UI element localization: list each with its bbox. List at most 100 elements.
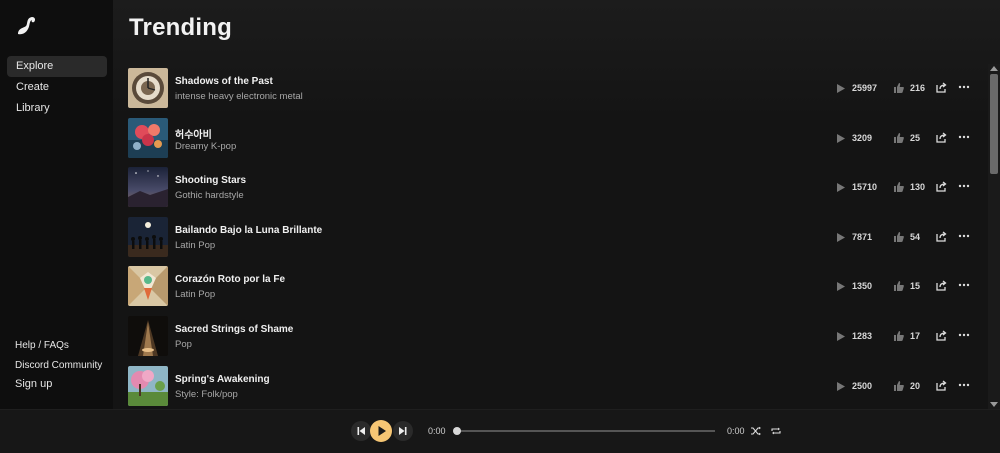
like-count: 216 [910, 83, 926, 93]
more-icon[interactable] [958, 81, 970, 93]
play-count: 1350 [852, 281, 873, 292]
skip-next-icon [399, 427, 407, 435]
next-button[interactable] [393, 421, 413, 441]
song-title[interactable]: Shooting Stars [175, 175, 246, 186]
nav-item-create[interactable]: Create [7, 77, 107, 98]
play-icon [837, 381, 845, 391]
play-count: 15710 [852, 182, 878, 193]
more-icon[interactable] [958, 329, 970, 341]
play-icon [837, 282, 845, 292]
thumbs-up-icon[interactable] [894, 83, 904, 93]
play-count: 1283 [852, 331, 873, 341]
play-icon [378, 426, 386, 436]
song-cover[interactable] [128, 365, 168, 406]
skip-previous-icon [357, 427, 365, 435]
share-icon[interactable] [936, 231, 947, 242]
current-time: 0:00 [428, 426, 446, 436]
scroll-up-icon[interactable] [990, 65, 998, 71]
thumbs-up-icon[interactable] [894, 331, 904, 341]
thumbs-up-icon[interactable] [894, 182, 904, 193]
play-button[interactable] [370, 420, 392, 442]
song-style: intense heavy electronic metal [175, 91, 303, 102]
like-count: 15 [910, 281, 921, 292]
song-row[interactable]: Shooting Stars Gothic hardstyle 15710 13… [113, 163, 989, 213]
main-content: Trending Shadows of the Past intense hea… [113, 0, 1000, 409]
shuffle-icon[interactable] [751, 426, 761, 436]
share-icon[interactable] [936, 82, 947, 93]
like-count: 25 [910, 132, 921, 143]
share-icon[interactable] [936, 280, 947, 292]
scrollbar[interactable] [988, 64, 1000, 409]
player-bar: 0:00 0:00 [0, 409, 1000, 453]
song-title[interactable]: Spring's Awakening [175, 374, 270, 385]
song-row[interactable]: Bailando Bajo la Luna Brillante Latin Po… [113, 213, 989, 263]
song-cover[interactable] [128, 117, 168, 158]
play-icon [837, 84, 845, 93]
thumbs-up-icon[interactable] [894, 281, 904, 292]
share-icon[interactable] [936, 330, 947, 341]
thumbs-up-icon[interactable] [894, 231, 904, 242]
song-row[interactable]: 허수아비 Dreamy K-pop 3209 25 [113, 114, 989, 164]
like-count: 54 [910, 231, 921, 242]
share-icon[interactable] [936, 181, 947, 192]
play-icon [837, 183, 845, 193]
more-icon[interactable] [958, 180, 970, 192]
primary-nav: Explore Create Library [7, 56, 107, 119]
previous-button[interactable] [351, 421, 371, 441]
play-icon [837, 232, 845, 242]
song-title[interactable]: 허수아비 [175, 126, 212, 141]
song-cover[interactable] [128, 216, 168, 257]
song-style: Style: Folk/pop [175, 388, 238, 400]
play-icon [837, 332, 845, 341]
song-cover[interactable] [128, 316, 168, 356]
song-style: Gothic hardstyle [175, 190, 244, 202]
song-style: Dreamy K-pop [175, 140, 237, 152]
secondary-nav: Help / FAQs Discord Community Sign up [7, 336, 111, 395]
nav-item-explore[interactable]: Explore [7, 56, 107, 77]
page-title: Trending [129, 14, 232, 41]
like-count: 130 [910, 182, 926, 193]
sign-up-link[interactable]: Sign up [7, 375, 111, 395]
more-icon[interactable] [958, 230, 970, 242]
repeat-icon[interactable] [771, 426, 781, 436]
sidebar: Explore Create Library Help / FAQs Disco… [0, 0, 113, 409]
more-icon[interactable] [958, 131, 970, 143]
more-icon[interactable] [958, 379, 970, 391]
song-cover[interactable] [128, 167, 168, 208]
song-style: Latin Pop [175, 239, 216, 251]
song-title[interactable]: Bailando Bajo la Luna Brillante [175, 225, 322, 236]
play-count: 3209 [852, 132, 873, 143]
song-title[interactable]: Sacred Strings of Shame [175, 324, 293, 335]
song-style: Latin Pop [175, 289, 216, 301]
song-style: Pop [175, 339, 192, 350]
play-icon [837, 133, 845, 143]
song-title[interactable]: Corazón Roto por la Fe [175, 274, 285, 285]
song-cover[interactable] [128, 266, 168, 307]
song-row[interactable]: Shadows of the Past intense heavy electr… [113, 64, 989, 114]
song-title[interactable]: Shadows of the Past [175, 76, 273, 87]
scroll-thumb[interactable] [990, 74, 998, 174]
total-time: 0:00 [727, 426, 745, 436]
like-count: 17 [910, 331, 921, 341]
more-icon[interactable] [958, 279, 970, 291]
like-count: 20 [910, 380, 921, 391]
song-row[interactable]: Spring's Awakening Style: Folk/pop 2500 … [113, 362, 989, 409]
scroll-down-icon[interactable] [990, 402, 998, 408]
progress-handle[interactable] [453, 427, 461, 435]
discord-community-link[interactable]: Discord Community [7, 356, 111, 376]
share-icon[interactable] [936, 380, 947, 391]
share-icon[interactable] [936, 132, 947, 143]
play-count: 25997 [852, 83, 878, 93]
song-row[interactable]: Corazón Roto por la Fe Latin Pop 1350 15 [113, 262, 989, 312]
logo-icon[interactable] [14, 14, 38, 38]
play-count: 7871 [852, 231, 873, 242]
nav-item-library[interactable]: Library [7, 98, 107, 119]
song-cover[interactable] [128, 68, 168, 108]
progress-bar[interactable] [457, 430, 715, 432]
help-faqs-link[interactable]: Help / FAQs [7, 336, 111, 356]
app: Explore Create Library Help / FAQs Disco… [0, 0, 1000, 453]
song-row[interactable]: Sacred Strings of Shame Pop 1283 17 [113, 312, 989, 362]
thumbs-up-icon[interactable] [894, 380, 904, 391]
song-list: Shadows of the Past intense heavy electr… [113, 64, 989, 409]
thumbs-up-icon[interactable] [894, 132, 904, 143]
